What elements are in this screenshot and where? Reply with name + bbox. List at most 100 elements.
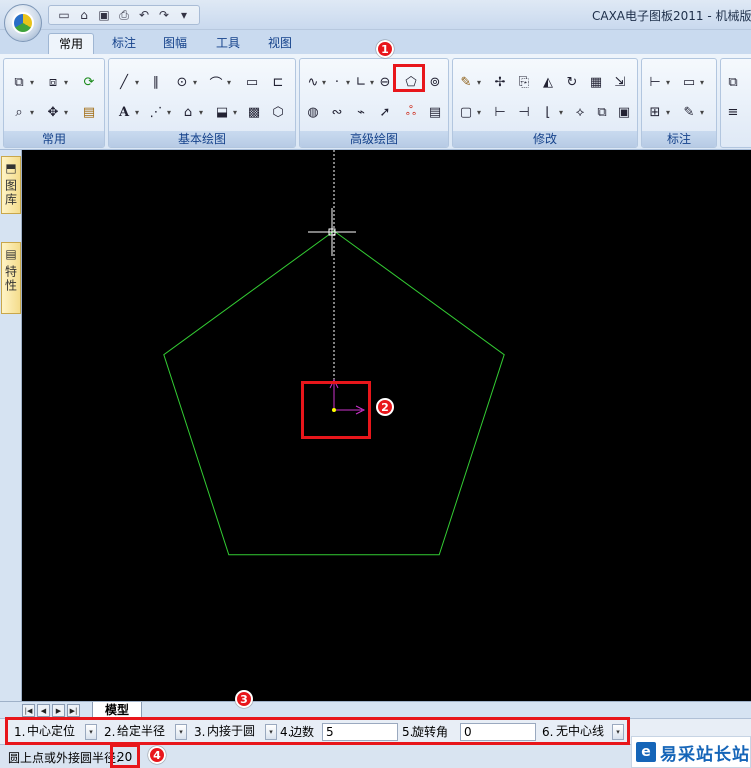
option3-dropdown-icon[interactable]: ▾	[265, 724, 277, 740]
arc-icon[interactable]: ⌒	[207, 73, 225, 92]
parallel-line-icon[interactable]: ∥	[147, 73, 165, 91]
linear-dim-icon[interactable]: ⊢	[646, 73, 664, 91]
arrow-icon[interactable]: ➚	[376, 103, 394, 121]
spline-dropdown-icon[interactable]: ▾	[320, 73, 328, 91]
hatch-icon[interactable]: ▩	[245, 103, 263, 121]
save-icon[interactable]: ▣	[95, 7, 113, 23]
text-dropdown-icon[interactable]: ▾	[133, 103, 141, 121]
dash-line-dropdown-icon[interactable]: ▾	[165, 103, 173, 121]
sides-input[interactable]: 5	[322, 723, 398, 741]
block-dropdown-icon[interactable]: ▾	[197, 103, 205, 121]
hatch-circle-icon[interactable]: ◍	[304, 103, 322, 121]
properties-icon[interactable]: ▤	[80, 103, 98, 121]
circle-icon[interactable]: ⊙	[173, 73, 191, 91]
sidetab-library[interactable]: ⬒ 图库	[1, 156, 21, 214]
erase-dropdown-icon[interactable]: ▾	[475, 73, 483, 91]
extend-icon[interactable]: ⊢	[491, 103, 509, 121]
refresh-icon[interactable]: ⟳	[80, 73, 98, 91]
open-folder-icon[interactable]: ⌂	[75, 7, 93, 23]
copy-props-dropdown-icon[interactable]: ▾	[62, 73, 70, 91]
angle-line-dropdown-icon[interactable]: ▾	[368, 73, 376, 91]
tab-view[interactable]: 视图	[258, 33, 302, 54]
dash-line-icon[interactable]: ⋰	[147, 103, 165, 121]
move-icon[interactable]: ✢	[491, 73, 509, 91]
rotation-angle-input[interactable]: 0	[460, 723, 536, 741]
line-icon[interactable]: ╱	[115, 73, 133, 91]
tab-tools[interactable]: 工具	[206, 33, 250, 54]
fill-icon[interactable]: ⬡	[269, 103, 287, 121]
text-icon[interactable]: A	[115, 103, 133, 121]
layer-props-icon[interactable]: ⧉	[724, 73, 742, 91]
cloud-icon[interactable]: ஃ	[402, 103, 420, 121]
sidetab-properties[interactable]: ▤ 特性	[1, 242, 21, 314]
rotate-icon[interactable]: ↻	[563, 73, 581, 91]
tab-sheet[interactable]: 图幅	[153, 33, 197, 54]
zoom-icon[interactable]: ⌕	[10, 103, 28, 121]
scale-icon[interactable]: ⇲	[611, 73, 629, 91]
copy-props-icon[interactable]: ⧈	[44, 73, 62, 91]
tab-model[interactable]: 模型	[92, 702, 143, 719]
table-icon[interactable]: ▤	[426, 103, 444, 121]
tab-common[interactable]: 常用	[48, 33, 95, 54]
fillet-dropdown-icon[interactable]: ▾	[557, 103, 565, 121]
prev-sheet-icon[interactable]: ◀	[37, 704, 50, 717]
option1-dropdown-icon[interactable]: ▾	[85, 724, 97, 740]
ellipse-icon[interactable]: ⊖	[376, 73, 394, 91]
rectangle-icon[interactable]: ▭	[243, 73, 261, 91]
option6-dropdown-icon[interactable]: ▾	[612, 724, 624, 740]
layer-dropdown-icon[interactable]: ▾	[28, 73, 36, 91]
wave-line-icon[interactable]: ∾	[328, 103, 346, 121]
new-file-icon[interactable]: ▭	[55, 7, 73, 23]
center-line-icon[interactable]: ⊏	[269, 73, 287, 91]
first-sheet-icon[interactable]: |◀	[22, 704, 35, 717]
layer-icon[interactable]: ⧉	[10, 73, 28, 91]
hole-icon[interactable]: ⊚	[426, 73, 444, 91]
option2-dropdown-icon[interactable]: ▾	[175, 724, 187, 740]
leader-icon[interactable]: ✎	[680, 103, 698, 121]
break-icon[interactable]: ⊣	[515, 103, 533, 121]
insert-dropdown-icon[interactable]: ▾	[231, 103, 239, 121]
fillet-icon[interactable]: ⌊	[539, 103, 557, 121]
erase-icon[interactable]: ✎	[457, 73, 475, 91]
point-dropdown-icon[interactable]: ▾	[344, 73, 352, 91]
break-line-icon[interactable]: ⌁	[352, 103, 370, 121]
tolerance-icon[interactable]: ⊞	[646, 103, 664, 121]
explode-icon[interactable]: ⟡	[571, 103, 589, 121]
print-icon[interactable]: ⎙	[115, 7, 133, 23]
trim-icon[interactable]: ▢	[457, 103, 475, 121]
pan-icon[interactable]: ✥	[44, 103, 62, 121]
offset-icon[interactable]: ▣	[615, 103, 633, 121]
undo-icon[interactable]: ↶	[135, 7, 153, 23]
application-menu-button[interactable]	[4, 4, 42, 42]
command-input[interactable]	[117, 749, 143, 765]
redo-icon[interactable]: ↷	[155, 7, 173, 23]
lineweight-icon[interactable]: ≡	[724, 103, 742, 121]
line-dropdown-icon[interactable]: ▾	[133, 73, 141, 91]
tab-dimension[interactable]: 标注	[102, 33, 146, 54]
trim-dropdown-icon[interactable]: ▾	[475, 103, 483, 121]
insert-icon[interactable]: ⬓	[213, 103, 231, 121]
copy-icon[interactable]: ⎘	[515, 73, 533, 91]
arc-dropdown-icon[interactable]: ▾	[225, 73, 233, 91]
option3-inscribed[interactable]: 内接于圆	[204, 723, 264, 741]
circle-dropdown-icon[interactable]: ▾	[191, 73, 199, 91]
pan-dropdown-icon[interactable]: ▾	[62, 103, 70, 121]
polygon-icon[interactable]: ⬠	[402, 73, 420, 91]
drawing-canvas[interactable]	[22, 150, 751, 701]
tolerance-dropdown-icon[interactable]: ▾	[664, 103, 672, 121]
dim-style-dropdown-icon[interactable]: ▾	[698, 73, 706, 91]
mirror-icon[interactable]: ◭	[539, 73, 557, 91]
customize-qat-icon[interactable]: ▾	[175, 7, 193, 23]
option1-center-position[interactable]: 中心定位	[24, 723, 84, 741]
stretch-icon[interactable]: ⧉	[593, 103, 611, 121]
array-icon[interactable]: ▦	[587, 73, 605, 91]
block-icon[interactable]: ⌂	[179, 103, 197, 121]
linear-dim-dropdown-icon[interactable]: ▾	[664, 73, 672, 91]
dim-style-icon[interactable]: ▭	[680, 73, 698, 91]
last-sheet-icon[interactable]: ▶|	[67, 704, 80, 717]
option2-given-radius[interactable]: 给定半径	[114, 723, 174, 741]
option6-no-centerline[interactable]: 无中心线	[553, 723, 611, 741]
next-sheet-icon[interactable]: ▶	[52, 704, 65, 717]
zoom-dropdown-icon[interactable]: ▾	[28, 103, 36, 121]
leader-dropdown-icon[interactable]: ▾	[698, 103, 706, 121]
